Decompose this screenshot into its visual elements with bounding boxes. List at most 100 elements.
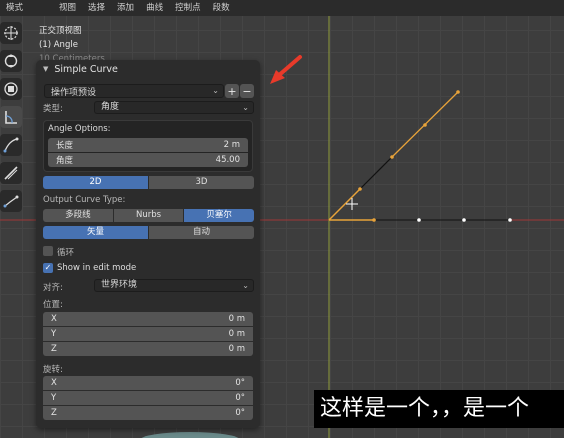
location-x-field[interactable]: X 0 m	[43, 312, 253, 326]
menu-control-points[interactable]: 控制点	[169, 0, 207, 16]
control-point	[390, 155, 394, 159]
angle-options-title: Angle Options:	[48, 124, 111, 134]
axis-label: X	[51, 378, 57, 388]
menu-segments[interactable]: 段数	[207, 0, 236, 16]
draw-icon	[3, 137, 19, 153]
extrude-tool[interactable]	[0, 162, 22, 184]
length-value: 2 m	[223, 140, 240, 150]
extrude-icon	[4, 166, 18, 180]
axis-value: 0°	[235, 378, 245, 388]
preset-label: 操作项预设	[51, 87, 97, 98]
menu-curve[interactable]: 曲线	[140, 0, 169, 16]
control-point	[417, 218, 421, 222]
panel-title: Simple Curve	[54, 63, 118, 75]
axis-value: 0 m	[228, 344, 245, 354]
add-preset-button[interactable]: +	[225, 84, 239, 98]
type-dropdown[interactable]: 角度 ⌄	[94, 101, 254, 114]
curve-type-bezier[interactable]: 贝塞尔	[184, 209, 255, 222]
dim-3d-option[interactable]: 3D	[149, 176, 254, 189]
dim-2d-option[interactable]: 2D	[43, 176, 148, 189]
angle-options-box: Angle Options: 长度 2 m 角度 45.00	[43, 120, 253, 172]
location-label: 位置:	[43, 300, 63, 310]
axis-value: 0°	[235, 408, 245, 418]
menu-select[interactable]: 选择	[82, 0, 111, 16]
chevron-down-icon: ⌄	[242, 281, 249, 290]
axis-value: 0°	[235, 393, 245, 403]
curve-tool[interactable]	[0, 190, 22, 212]
show-in-edit-checkbox[interactable]: ✓	[43, 263, 53, 273]
measure-tool[interactable]	[0, 106, 22, 128]
align-dropdown[interactable]: 世界环境 ⌄	[94, 279, 254, 292]
mouse-cursor-icon	[346, 198, 358, 210]
align-value: 世界环境	[101, 280, 138, 290]
rotation-x-field[interactable]: X 0°	[43, 376, 253, 390]
location-y-field[interactable]: Y 0 m	[43, 327, 253, 341]
preset-dropdown[interactable]: 操作项预设 ⌄	[44, 84, 224, 98]
angle-label: 角度	[56, 156, 74, 166]
annotation-arrow-icon	[270, 55, 302, 84]
control-point	[423, 123, 427, 127]
object-name: (1) Angle	[39, 40, 78, 50]
transform-icon	[4, 82, 18, 96]
type-label: 类型:	[43, 104, 63, 114]
curve-type-nurbs[interactable]: Nurbs	[113, 209, 184, 222]
curve-type-toggle: 多段线 Nurbs 贝塞尔	[43, 209, 255, 222]
handle-auto-option[interactable]: 自动	[149, 226, 254, 239]
control-point	[462, 218, 466, 222]
menu-add[interactable]: 添加	[111, 0, 140, 16]
handle-type-toggle: 矢量 自动	[43, 226, 254, 239]
left-toolbar	[0, 22, 24, 218]
chevron-down-icon: ⌄	[242, 103, 249, 112]
axis-label: Z	[51, 344, 57, 354]
draw-tool[interactable]	[0, 134, 22, 156]
control-point	[358, 187, 362, 191]
cyclic-checkbox[interactable]	[43, 246, 53, 256]
axis-label: Y	[51, 329, 57, 339]
curve-diagonal-dark	[359, 156, 393, 190]
axis-label: X	[51, 314, 57, 324]
axis-value: 0 m	[228, 314, 245, 324]
axis-value: 0 m	[228, 329, 245, 339]
output-curve-type-label: Output Curve Type:	[43, 195, 126, 205]
remove-preset-button[interactable]: −	[240, 84, 254, 98]
control-point	[456, 90, 460, 94]
length-field[interactable]: 长度 2 m	[48, 138, 248, 152]
location-z-field[interactable]: Z 0 m	[43, 342, 253, 356]
collapse-triangle-icon[interactable]: ▼	[43, 65, 48, 73]
move-icon	[4, 54, 18, 68]
curve-type-poly[interactable]: 多段线	[43, 209, 113, 222]
control-point	[372, 218, 376, 222]
panel-header[interactable]: ▼ Simple Curve	[36, 60, 260, 78]
curve-tool-icon	[3, 195, 19, 208]
header-menubar: 模式 视图 选择 添加 曲线 控制点 段数	[0, 0, 564, 16]
menu-mode[interactable]: 模式	[0, 0, 29, 16]
view-name: 正交顶视图	[39, 26, 82, 36]
axis-label: Z	[51, 408, 57, 418]
video-subtitle: 这样是一个，，是一个	[314, 390, 564, 428]
transform-tool[interactable]	[0, 78, 22, 100]
length-label: 长度	[56, 141, 74, 151]
chevron-down-icon: ⌄	[212, 86, 219, 95]
measure-icon	[5, 111, 17, 124]
menu-view[interactable]: 视图	[53, 0, 82, 16]
handle-vector-option[interactable]: 矢量	[43, 226, 148, 239]
cursor-tool[interactable]	[0, 22, 22, 44]
move-tool[interactable]	[0, 50, 22, 72]
type-value: 角度	[101, 102, 120, 112]
align-label: 对齐:	[43, 283, 63, 293]
dimension-toggle: 2D 3D	[43, 176, 254, 189]
checkmark-icon: ✓	[44, 263, 52, 272]
rotation-z-field[interactable]: Z 0°	[43, 406, 253, 420]
axis-label: Y	[51, 393, 57, 403]
control-point	[508, 218, 512, 222]
rotation-label: 旋转:	[43, 365, 63, 375]
object-silhouette	[141, 432, 239, 438]
rotation-y-field[interactable]: Y 0°	[43, 391, 253, 405]
show-in-edit-label: Show in edit mode	[57, 263, 137, 273]
cyclic-label: 循环	[57, 248, 75, 258]
cursor-icon	[4, 26, 18, 40]
angle-value: 45.00	[215, 155, 240, 165]
simple-curve-panel: ▼ Simple Curve 操作项预设 ⌄ + − 类型: 角度 ⌄ Angl…	[36, 60, 260, 428]
angle-field[interactable]: 角度 45.00	[48, 153, 248, 167]
preset-row: 操作项预设 ⌄ + −	[44, 84, 254, 98]
